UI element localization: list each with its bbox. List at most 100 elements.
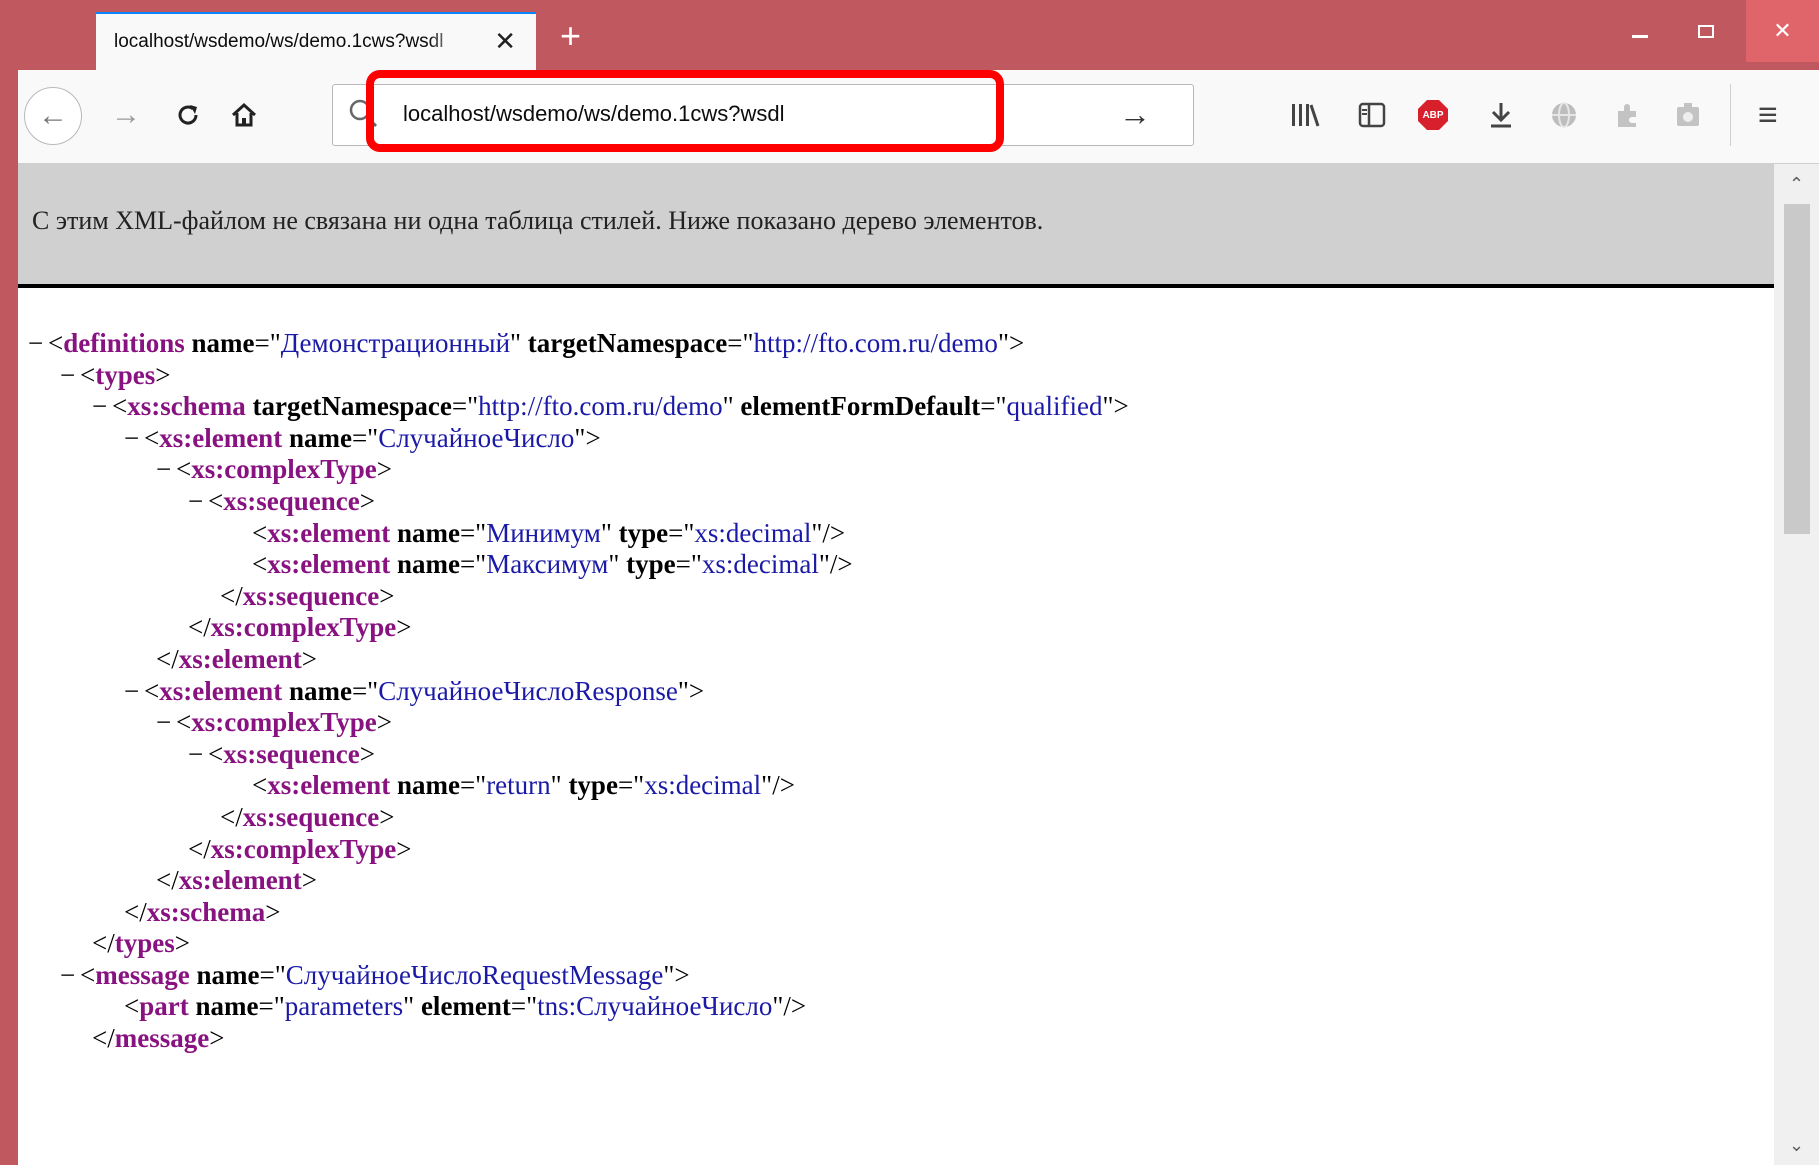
xml-bracket: >	[674, 959, 690, 990]
xml-bracket: <	[80, 359, 96, 390]
xml-bracket: </	[156, 643, 179, 674]
xml-punctuation: ="	[675, 549, 702, 580]
xml-bracket: <	[48, 328, 64, 358]
reload-button[interactable]	[168, 87, 208, 143]
screenshot-icon[interactable]	[1674, 100, 1702, 130]
xml-punctuation: ="	[259, 959, 286, 990]
xml-punctuation: "	[608, 549, 620, 580]
xml-attribute-value: xs:decimal	[694, 517, 812, 548]
xml-attribute-name: type	[626, 549, 676, 580]
page-content: С этим XML-файлом не связана ни одна таб…	[18, 164, 1819, 1165]
xml-punctuation: "	[663, 959, 675, 990]
xml-bracket: >	[359, 738, 375, 769]
navigation-toolbar: ← → localhost/wsdemo/ws/demo.1cws?wsdl →…	[18, 70, 1819, 164]
xml-line: </xs:element>	[28, 644, 1129, 676]
xml-attribute-value: СлучайноеЧислоRequestMessage	[285, 959, 664, 990]
xml-tag-name: xs:schema	[127, 391, 246, 422]
address-bar[interactable]: localhost/wsdemo/ws/demo.1cws?wsdl →	[332, 84, 1194, 146]
xml-line: − <definitions name="Демонстрационный" ta…	[28, 328, 1129, 360]
xml-bracket: >	[265, 896, 281, 927]
collapse-toggle-icon[interactable]: −	[156, 707, 176, 739]
xml-punctuation: "	[550, 770, 562, 801]
collapse-toggle-icon[interactable]: −	[60, 360, 80, 392]
new-tab-icon[interactable]: +	[560, 16, 581, 56]
scrollbar-thumb[interactable]	[1784, 204, 1810, 534]
xml-punctuation: ="	[351, 422, 379, 453]
xml-punctuation: ="	[459, 770, 487, 801]
xml-punctuation: "	[510, 328, 522, 358]
xml-line: </types>	[28, 928, 1129, 960]
xml-bracket: <	[252, 770, 268, 801]
xml-line: − <xs:complexType>	[28, 707, 1129, 739]
xml-line: − <types>	[28, 360, 1129, 392]
xml-punctuation: ="	[617, 770, 645, 801]
xml-bracket: >	[301, 865, 317, 896]
home-button[interactable]	[224, 87, 264, 143]
xml-line: − <message name="СлучайноеЧислоRequestMes…	[28, 960, 1129, 992]
xml-punctuation: "	[600, 517, 612, 548]
xml-bracket: >	[376, 707, 392, 738]
xml-attribute-value: СлучайноеЧисло	[378, 422, 575, 453]
xml-tag-name: xs:element	[267, 517, 391, 548]
collapse-toggle-icon[interactable]: −	[124, 423, 144, 455]
xml-attribute-value: Демонстрационный	[280, 328, 511, 358]
xml-attribute-name: type	[618, 517, 669, 548]
adblock-icon[interactable]: ABP	[1418, 100, 1448, 130]
back-button[interactable]: ←	[24, 87, 82, 145]
xml-punctuation: ="	[451, 391, 479, 422]
forward-button[interactable]: →	[106, 87, 146, 143]
xml-bracket: <	[176, 707, 192, 738]
url-text[interactable]: localhost/wsdemo/ws/demo.1cws?wsdl	[403, 101, 785, 127]
xml-punctuation: ="	[510, 991, 538, 1022]
xml-tag-name: xs:complexType	[191, 454, 377, 485]
menu-icon[interactable]: ≡	[1758, 96, 1778, 134]
xml-punctuation: "	[722, 391, 734, 422]
xml-attribute-name: name	[191, 328, 255, 358]
collapse-toggle-icon[interactable]: −	[188, 739, 208, 771]
xml-tag-name: xs:complexType	[210, 612, 397, 643]
xml-attribute-name: targetNamespace	[252, 391, 452, 422]
library-icon[interactable]	[1290, 100, 1320, 130]
collapse-toggle-icon[interactable]: −	[156, 454, 176, 486]
sidebar-icon[interactable]	[1358, 100, 1386, 130]
xml-attribute-name: name	[396, 770, 460, 801]
minimize-window-button[interactable]	[1604, 0, 1676, 62]
scroll-up-icon[interactable]: ⌃	[1774, 164, 1819, 204]
browser-tab[interactable]: localhost/wsdemo/ws/demo.1cws?wsdl ✕	[96, 12, 536, 70]
xml-bracket: <	[208, 738, 224, 769]
xml-line: <part name="parameters" element="tns:Слу…	[28, 991, 1129, 1023]
xml-line: − <xs:schema targetNamespace="http://fto.…	[28, 391, 1129, 423]
globe-icon[interactable]	[1550, 100, 1578, 130]
close-tab-icon[interactable]: ✕	[494, 27, 516, 55]
xml-bracket: <	[112, 391, 128, 422]
maximize-window-button[interactable]	[1670, 0, 1742, 62]
xml-punctuation: ="	[980, 391, 1007, 422]
xml-tag-name: xs:element	[178, 865, 302, 896]
scroll-down-icon[interactable]: ⌄	[1774, 1125, 1819, 1165]
xml-punctuation: "	[997, 328, 1009, 358]
xml-bracket: >	[209, 1023, 225, 1054]
xml-line: − <xs:sequence>	[28, 486, 1129, 518]
xml-bracket: >	[359, 485, 375, 516]
xml-attribute-name: element	[420, 991, 511, 1022]
xml-tag-name: xs:complexType	[191, 707, 377, 738]
collapse-toggle-icon[interactable]: −	[92, 391, 112, 423]
go-arrow-icon[interactable]: →	[1119, 97, 1151, 131]
collapse-toggle-icon[interactable]: −	[28, 328, 48, 360]
xml-attribute-value: xs:decimal	[644, 770, 762, 801]
extension-icon[interactable]	[1614, 100, 1642, 130]
xml-bracket: />	[822, 517, 846, 548]
xml-bracket: </	[220, 580, 243, 611]
close-window-icon: ✕	[1773, 18, 1792, 43]
back-arrow-icon: ←	[38, 99, 68, 132]
collapse-toggle-icon[interactable]: −	[188, 486, 208, 518]
collapse-toggle-icon[interactable]: −	[60, 960, 80, 992]
xml-bracket: >	[379, 580, 395, 611]
collapse-toggle-icon[interactable]: −	[124, 676, 144, 708]
close-window-button[interactable]: ✕	[1746, 0, 1819, 62]
xml-info-message: С этим XML-файлом не связана ни одна таб…	[32, 206, 1044, 235]
xml-line: </xs:complexType>	[28, 612, 1129, 644]
xml-bracket: >	[376, 454, 392, 485]
vertical-scrollbar[interactable]: ⌃ ⌄	[1774, 164, 1819, 1165]
download-icon[interactable]	[1488, 100, 1514, 130]
